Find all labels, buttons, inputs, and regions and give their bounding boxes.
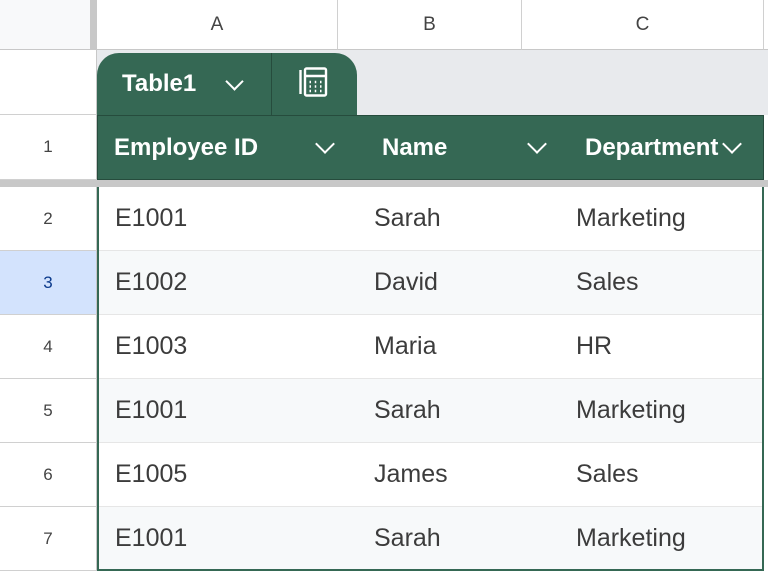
- grid-below: [0, 571, 768, 578]
- row-header-6[interactable]: 6: [0, 443, 97, 507]
- row-header-blank: [0, 50, 97, 115]
- chevron-down-icon[interactable]: [225, 71, 244, 91]
- chevron-down-icon[interactable]: [315, 133, 335, 154]
- column-header-c[interactable]: C: [522, 0, 764, 50]
- header-employee-id[interactable]: Employee ID: [98, 116, 354, 179]
- column-header-a[interactable]: A: [97, 0, 338, 50]
- calculator-icon[interactable]: [296, 64, 332, 105]
- chevron-down-icon[interactable]: [722, 133, 742, 154]
- header-department[interactable]: Department: [566, 116, 763, 179]
- header-name[interactable]: Name: [354, 116, 566, 179]
- table-border: [97, 187, 764, 571]
- header-label: Name: [382, 133, 448, 161]
- row-header-4[interactable]: 4: [0, 315, 97, 379]
- frozen-column-divider[interactable]: [90, 0, 97, 50]
- row-header-3[interactable]: 3: [0, 251, 97, 315]
- chevron-down-icon[interactable]: [527, 133, 547, 154]
- row-header-1[interactable]: 1: [0, 115, 97, 180]
- row-header-2[interactable]: 2: [0, 187, 97, 251]
- table-name: Table1: [122, 70, 197, 97]
- column-header-b[interactable]: B: [338, 0, 522, 50]
- column-header-d[interactable]: [764, 0, 768, 50]
- frozen-row-divider[interactable]: [0, 180, 768, 187]
- table-name-tab[interactable]: Table1: [97, 53, 357, 115]
- table-header-row: Employee ID Name Department: [97, 115, 764, 180]
- tab-divider: [271, 53, 272, 115]
- select-all-corner[interactable]: [0, 0, 90, 50]
- row-header-5[interactable]: 5: [0, 379, 97, 443]
- header-label: Department: [585, 133, 719, 161]
- row-header-7[interactable]: 7: [0, 507, 97, 571]
- header-label: Employee ID: [114, 133, 259, 161]
